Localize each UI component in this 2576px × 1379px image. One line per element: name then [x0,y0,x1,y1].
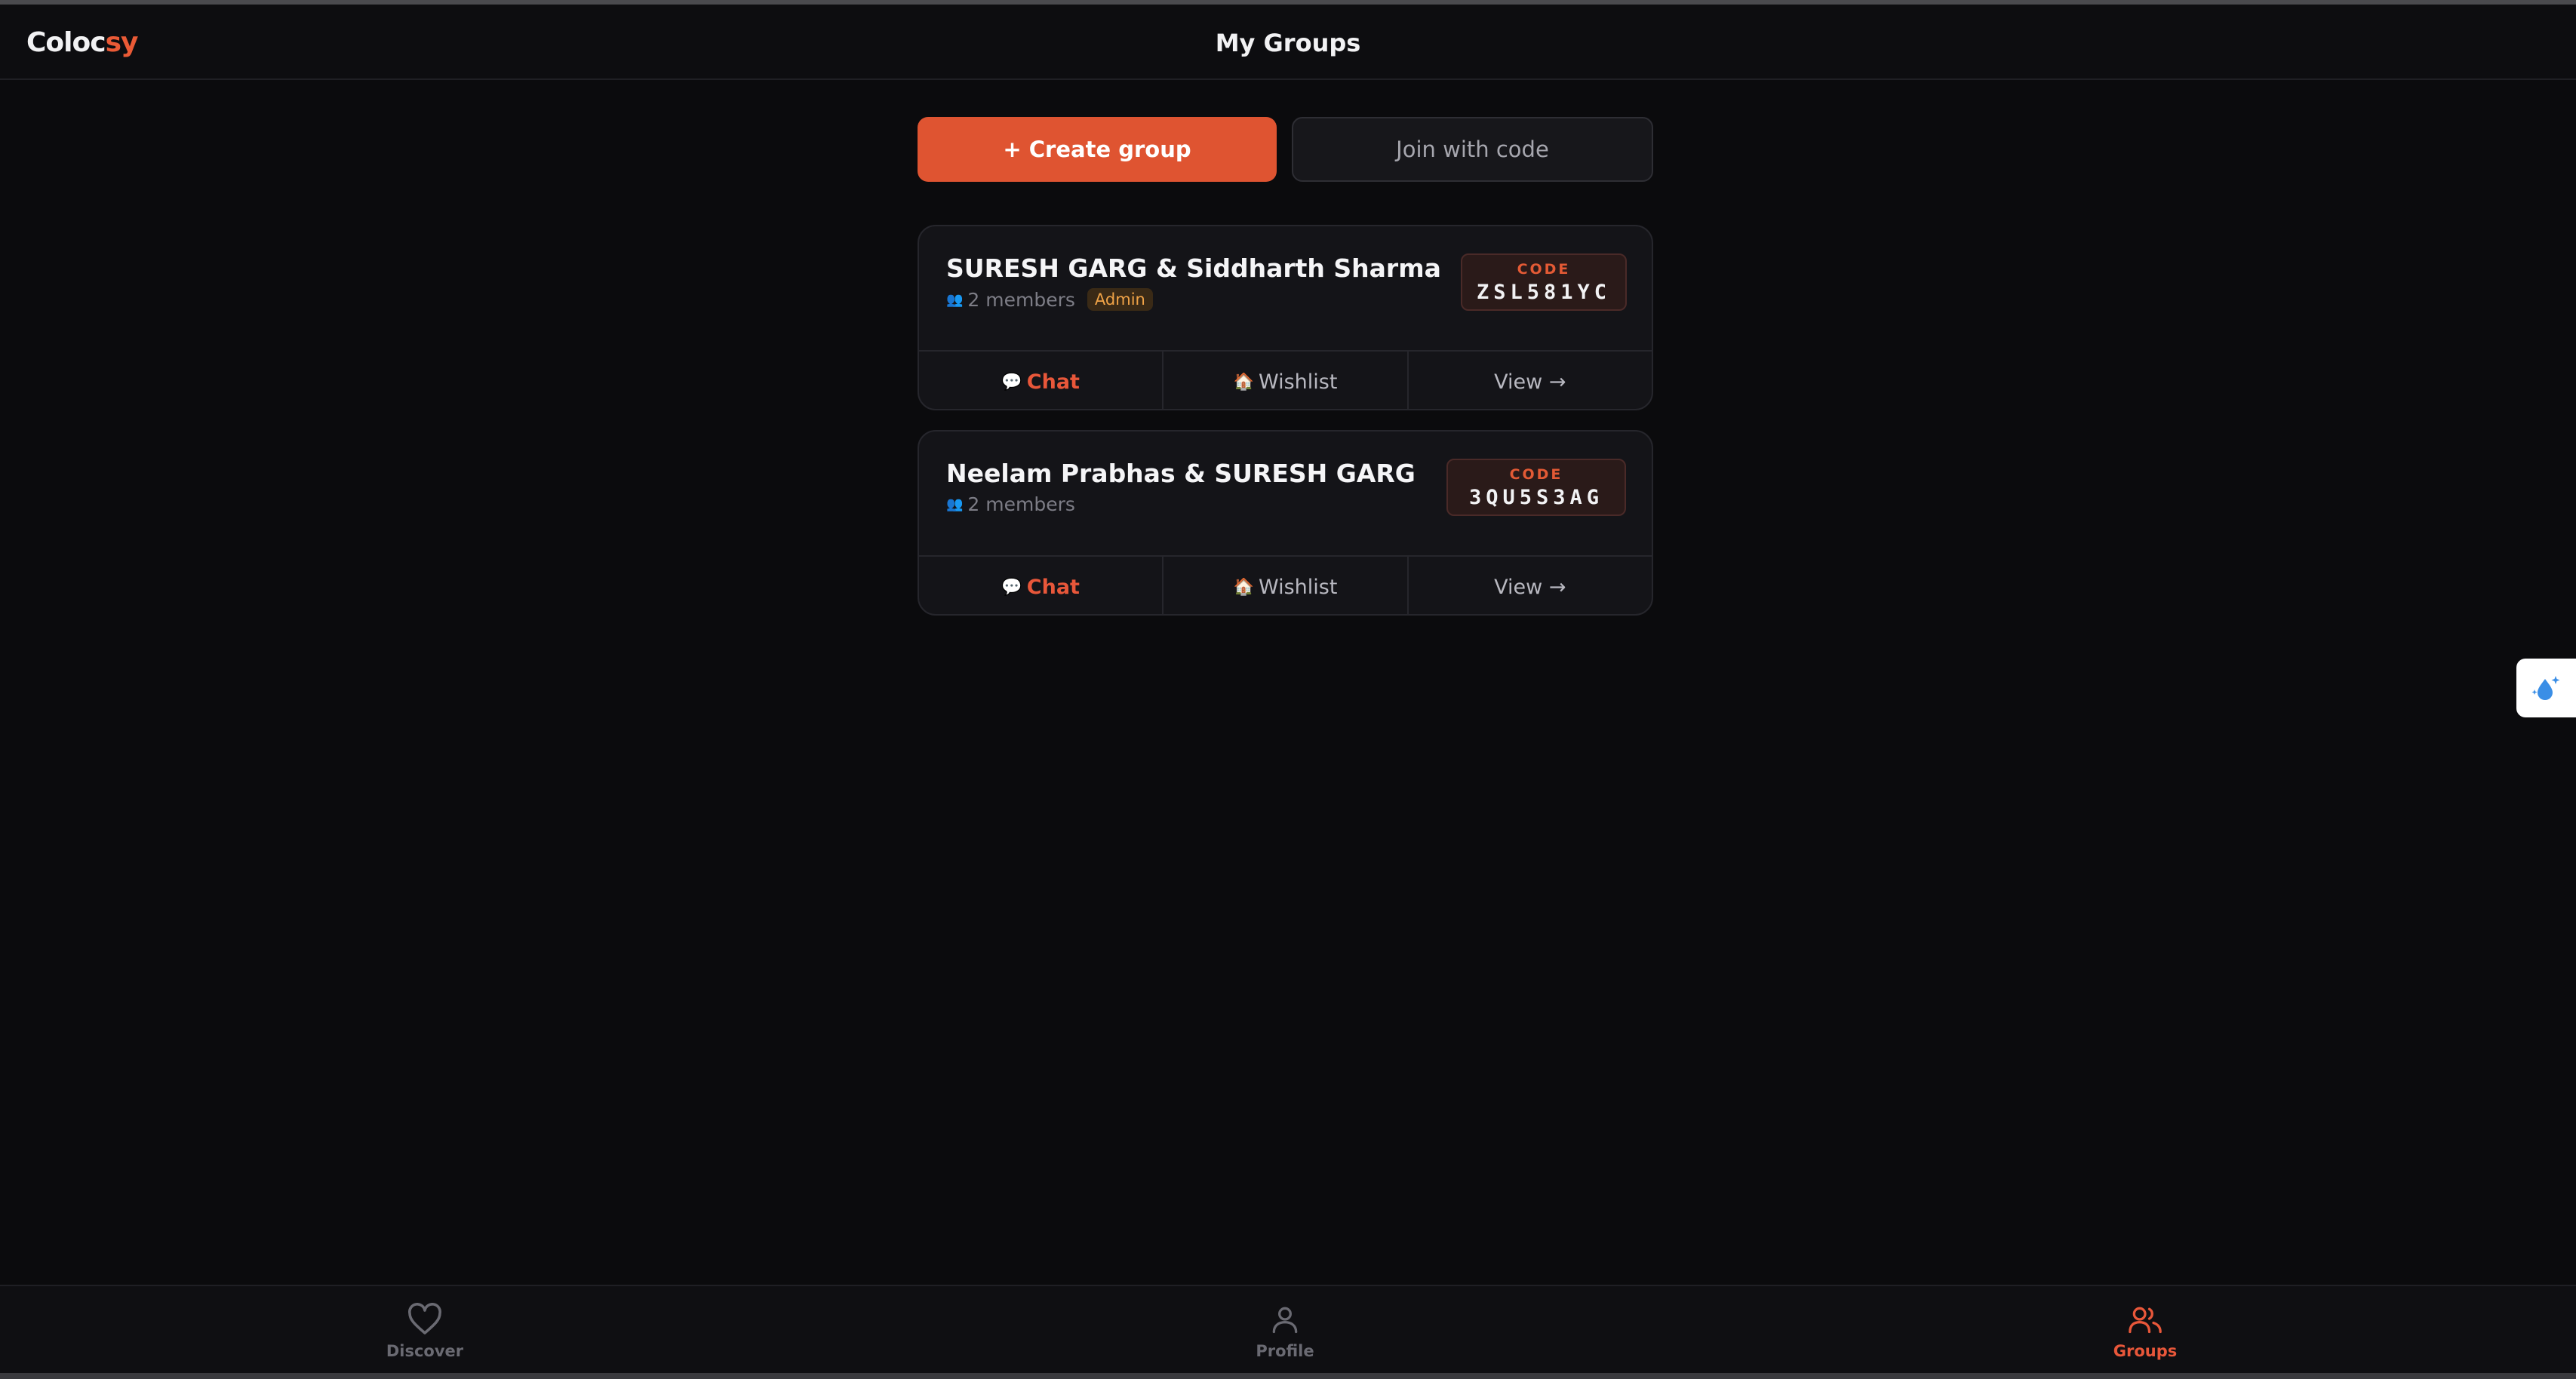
group-meta: 👥 2 members Admin [946,288,1153,311]
join-with-code-button[interactable]: Join with code [1292,117,1653,182]
wishlist-label: Wishlist [1258,575,1338,599]
bottom-nav: Discover Profile Groups [0,1285,2576,1374]
nav-groups-label: Groups [2113,1342,2178,1360]
group-card-header: Neelam Prabhas & SURESH GARG 👥 2 members… [919,432,1652,557]
app-header: Colocsy My Groups [0,5,2576,80]
view-label: View → [1494,575,1566,599]
sparkle-drop-icon [2531,676,2559,700]
nav-profile-label: Profile [1256,1342,1314,1360]
people-icon: 👥 [946,496,964,512]
nav-groups[interactable]: Groups [2070,1303,2221,1360]
member-count: 2 members [967,493,1075,515]
code-label: CODE [1509,466,1563,483]
chat-label: Chat [1026,370,1080,394]
group-meta: 👥 2 members [946,493,1075,515]
speech-bubble-icon: 💬 [1001,372,1022,392]
nav-profile[interactable]: Profile [1210,1303,1360,1360]
group-card[interactable]: SURESH GARG & Siddharth Sharma 👥 2 membe… [918,225,1653,410]
admin-badge: Admin [1087,288,1153,311]
code-label: CODE [1517,261,1571,278]
heart-icon [408,1303,441,1334]
invite-code: 3QU5S3AG [1468,486,1604,509]
wishlist-button[interactable]: 🏠 Wishlist [1164,352,1409,409]
view-group-button[interactable]: View → [1409,557,1652,614]
invite-code: ZSL581YC [1476,281,1612,304]
group-card-header: SURESH GARG & Siddharth Sharma 👥 2 membe… [919,226,1652,352]
window-bottom-edge [0,1373,2576,1379]
group-card-actions: 💬 Chat 🏠 Wishlist View → [919,557,1652,614]
page-title: My Groups [1215,29,1361,57]
create-group-button[interactable]: + Create group [918,117,1277,182]
group-name: Neelam Prabhas & SURESH GARG [946,459,1416,488]
user-icon [1272,1307,1298,1334]
chat-button[interactable]: 💬 Chat [919,352,1164,409]
view-label: View → [1494,370,1566,394]
wishlist-label: Wishlist [1258,370,1338,394]
house-icon: 🏠 [1233,372,1254,392]
people-icon: 👥 [946,291,964,308]
chat-label: Chat [1026,575,1080,599]
chat-button[interactable]: 💬 Chat [919,557,1164,614]
invite-code-box[interactable]: CODE ZSL581YC [1461,253,1627,311]
group-card-actions: 💬 Chat 🏠 Wishlist View → [919,352,1652,409]
house-icon: 🏠 [1233,577,1254,597]
nav-discover[interactable]: Discover [349,1303,500,1360]
speech-bubble-icon: 💬 [1001,577,1022,597]
nav-discover-label: Discover [386,1342,464,1360]
group-card[interactable]: Neelam Prabhas & SURESH GARG 👥 2 members… [918,430,1653,616]
users-icon [2129,1307,2162,1334]
wishlist-button[interactable]: 🏠 Wishlist [1164,557,1409,614]
invite-code-box[interactable]: CODE 3QU5S3AG [1446,459,1626,516]
group-name: SURESH GARG & Siddharth Sharma [946,253,1441,283]
view-group-button[interactable]: View → [1409,352,1652,409]
floating-widget-button[interactable] [2516,659,2576,717]
member-count: 2 members [967,288,1075,311]
